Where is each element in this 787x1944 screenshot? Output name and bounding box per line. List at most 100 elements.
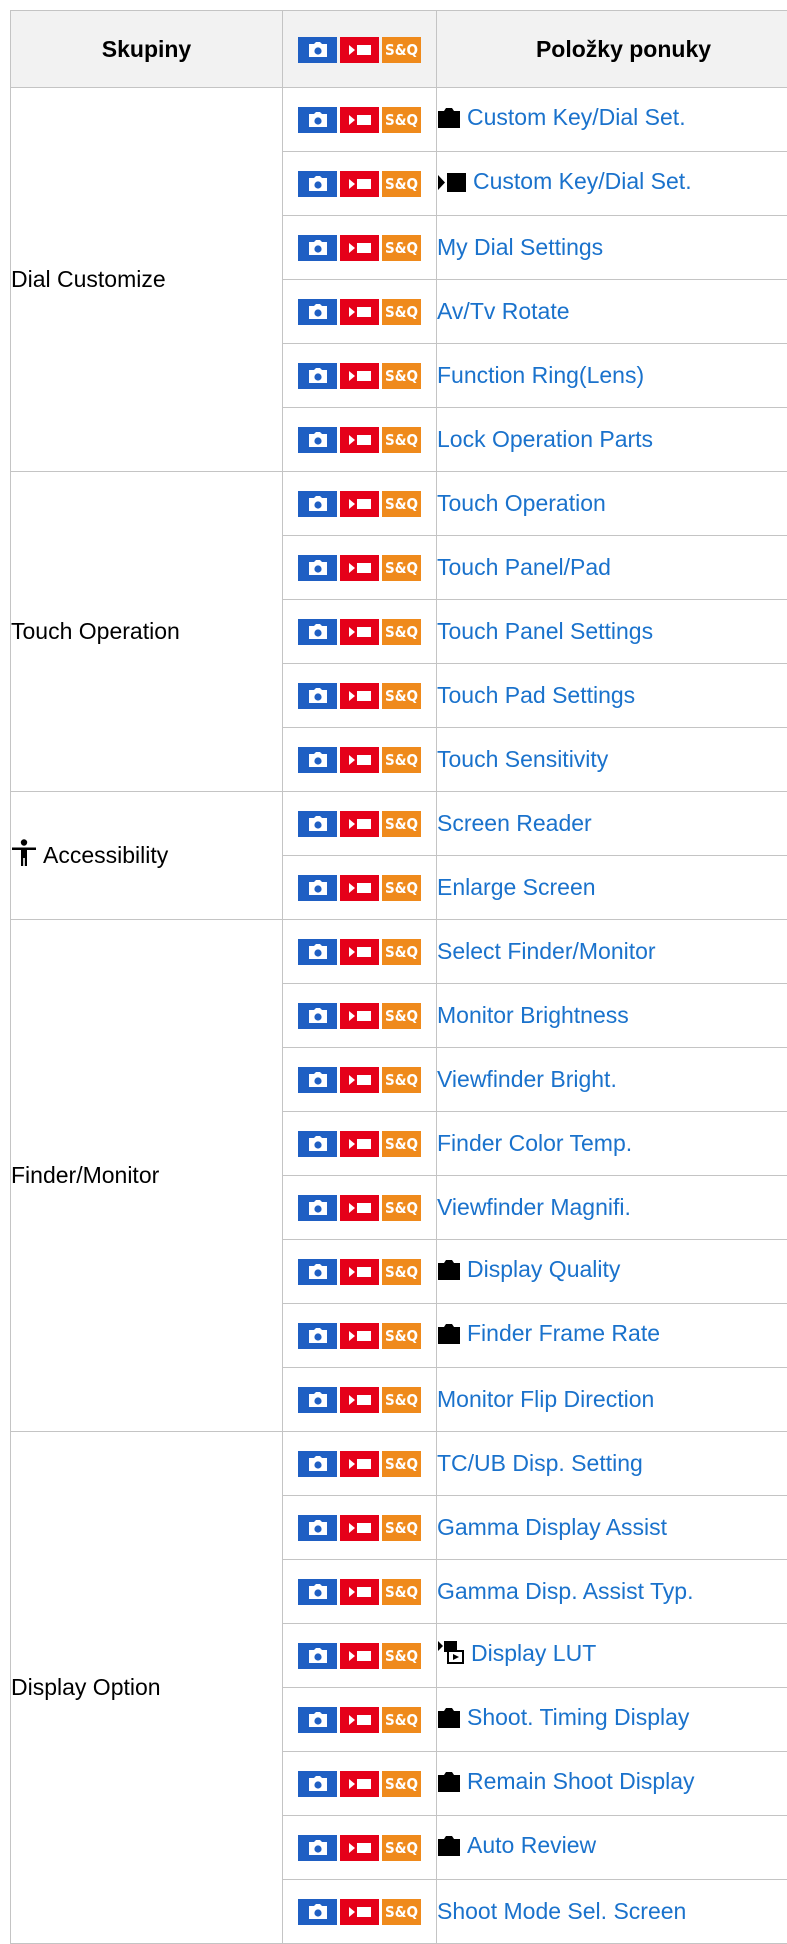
- photo-mode-icon: [298, 619, 337, 645]
- sq-mode-icon: S&Q: [382, 811, 421, 837]
- menu-item-link[interactable]: Viewfinder Magnifi.: [437, 1194, 631, 1220]
- movie-mode-icon: [340, 235, 379, 261]
- sq-mode-icon: S&Q: [382, 1195, 421, 1221]
- table-row: Display OptionS&QTC/UB Disp. Setting: [11, 1432, 787, 1496]
- mode-icons: S&Q: [298, 747, 421, 773]
- menu-item-link[interactable]: Finder Color Temp.: [437, 1130, 632, 1156]
- photo-mode-icon: [298, 555, 337, 581]
- menu-item-cell: Touch Panel Settings: [437, 600, 787, 664]
- movie-camera-icon: [437, 172, 467, 199]
- photo-mode-icon: [298, 1259, 337, 1285]
- photo-mode-icon: [298, 1643, 337, 1669]
- movie-mode-icon: [340, 619, 379, 645]
- menu-item-link[interactable]: Touch Pad Settings: [437, 682, 635, 708]
- menu-item-cell: Touch Panel/Pad: [437, 536, 787, 600]
- mode-icons: S&Q: [298, 811, 421, 837]
- menu-item-link[interactable]: Remain Shoot Display: [467, 1768, 695, 1794]
- mode-icons: S&Q: [298, 1387, 421, 1413]
- menu-item-cell: Viewfinder Magnifi.: [437, 1176, 787, 1240]
- mode-cell: S&Q: [283, 152, 437, 216]
- menu-item-cell: Shoot. Timing Display: [437, 1688, 787, 1752]
- mode-cell: S&Q: [283, 280, 437, 344]
- menu-item-link[interactable]: Shoot. Timing Display: [467, 1704, 689, 1730]
- sq-mode-icon: S&Q: [382, 1323, 421, 1349]
- menu-item-link[interactable]: Function Ring(Lens): [437, 362, 644, 388]
- menu-item-link[interactable]: Touch Operation: [437, 490, 606, 516]
- mode-icons: S&Q: [298, 235, 421, 261]
- sq-mode-icon: S&Q: [382, 37, 421, 63]
- camera-icon: [437, 1260, 461, 1287]
- sq-mode-icon: S&Q: [382, 171, 421, 197]
- group-label: Accessibility: [43, 842, 168, 869]
- menu-item-link[interactable]: Gamma Disp. Assist Typ.: [437, 1578, 693, 1604]
- mode-icons: S&Q: [298, 1835, 421, 1861]
- sq-mode-icon: S&Q: [382, 875, 421, 901]
- menu-item-link[interactable]: Screen Reader: [437, 810, 592, 836]
- menu-item-link[interactable]: Monitor Flip Direction: [437, 1386, 654, 1412]
- movie-mode-icon: [340, 1451, 379, 1477]
- sq-mode-icon: S&Q: [382, 235, 421, 261]
- sq-mode-icon: S&Q: [382, 363, 421, 389]
- sq-mode-icon: S&Q: [382, 683, 421, 709]
- movie-mode-icon: [340, 1323, 379, 1349]
- mode-cell: S&Q: [283, 472, 437, 536]
- menu-item-link[interactable]: Viewfinder Bright.: [437, 1066, 617, 1092]
- menu-item-link[interactable]: Shoot Mode Sel. Screen: [437, 1898, 686, 1924]
- menu-item-link[interactable]: Display Quality: [467, 1256, 620, 1282]
- mode-icons: S&Q: [298, 683, 421, 709]
- menu-item-link[interactable]: TC/UB Disp. Setting: [437, 1450, 643, 1476]
- mode-icons: S&Q: [298, 1259, 421, 1285]
- mode-icons: S&Q: [298, 1579, 421, 1605]
- menu-item-cell: Touch Pad Settings: [437, 664, 787, 728]
- menu-item-link[interactable]: Display LUT: [471, 1640, 596, 1666]
- mode-cell: S&Q: [283, 1688, 437, 1752]
- menu-item-cell: Touch Operation: [437, 472, 787, 536]
- mode-cell: S&Q: [283, 1240, 437, 1304]
- header-row: Skupiny S&Q Položky ponuky: [11, 11, 787, 88]
- menu-item-link[interactable]: Touch Panel Settings: [437, 618, 653, 644]
- mode-icons: S&Q: [298, 1643, 421, 1669]
- movie-mode-icon: [340, 1515, 379, 1541]
- sq-mode-icon: S&Q: [382, 299, 421, 325]
- mode-cell: S&Q: [283, 536, 437, 600]
- menu-item-link[interactable]: Lock Operation Parts: [437, 426, 653, 452]
- menu-item-link[interactable]: Av/Tv Rotate: [437, 298, 570, 324]
- menu-item-cell: Gamma Disp. Assist Typ.: [437, 1560, 787, 1624]
- photo-mode-icon: [298, 747, 337, 773]
- sq-mode-icon: S&Q: [382, 1515, 421, 1541]
- menu-item-link[interactable]: Touch Panel/Pad: [437, 554, 611, 580]
- photo-mode-icon: [298, 683, 337, 709]
- menu-item-cell: Select Finder/Monitor: [437, 920, 787, 984]
- movie-mode-icon: [340, 1835, 379, 1861]
- menu-item-link[interactable]: My Dial Settings: [437, 234, 603, 260]
- movie-mode-icon: [340, 1579, 379, 1605]
- menu-item-link[interactable]: Enlarge Screen: [437, 874, 596, 900]
- menu-item-link[interactable]: Touch Sensitivity: [437, 746, 608, 772]
- group-cell: Accessibility: [11, 792, 283, 920]
- menu-item-link[interactable]: Gamma Display Assist: [437, 1514, 667, 1540]
- sq-mode-icon: S&Q: [382, 1579, 421, 1605]
- menu-item-link[interactable]: Custom Key/Dial Set.: [473, 168, 692, 194]
- menu-item-link[interactable]: Finder Frame Rate: [467, 1320, 660, 1346]
- menu-item-cell: Enlarge Screen: [437, 856, 787, 920]
- mode-cell: S&Q: [283, 1752, 437, 1816]
- accessibility-icon: [11, 839, 37, 873]
- menu-item-cell: Av/Tv Rotate: [437, 280, 787, 344]
- menu-item-link[interactable]: Monitor Brightness: [437, 1002, 629, 1028]
- menu-item-link[interactable]: Custom Key/Dial Set.: [467, 104, 686, 130]
- mode-icons: S&Q: [298, 1067, 421, 1093]
- camera-icon: [437, 1324, 461, 1351]
- mode-cell: S&Q: [283, 792, 437, 856]
- menu-item-cell: Remain Shoot Display: [437, 1752, 787, 1816]
- photo-mode-icon: [298, 1067, 337, 1093]
- mode-icons: S&Q: [298, 1003, 421, 1029]
- camera-icon: [437, 1708, 461, 1735]
- group-cell: Dial Customize: [11, 88, 283, 472]
- menu-item-cell: Finder Frame Rate: [437, 1304, 787, 1368]
- mode-icons: S&Q: [298, 107, 421, 133]
- menu-item-link[interactable]: Auto Review: [467, 1832, 596, 1858]
- mode-cell: S&Q: [283, 1304, 437, 1368]
- menu-item-link[interactable]: Select Finder/Monitor: [437, 938, 656, 964]
- table-row: Finder/MonitorS&QSelect Finder/Monitor: [11, 920, 787, 984]
- mode-cell: S&Q: [283, 1880, 437, 1944]
